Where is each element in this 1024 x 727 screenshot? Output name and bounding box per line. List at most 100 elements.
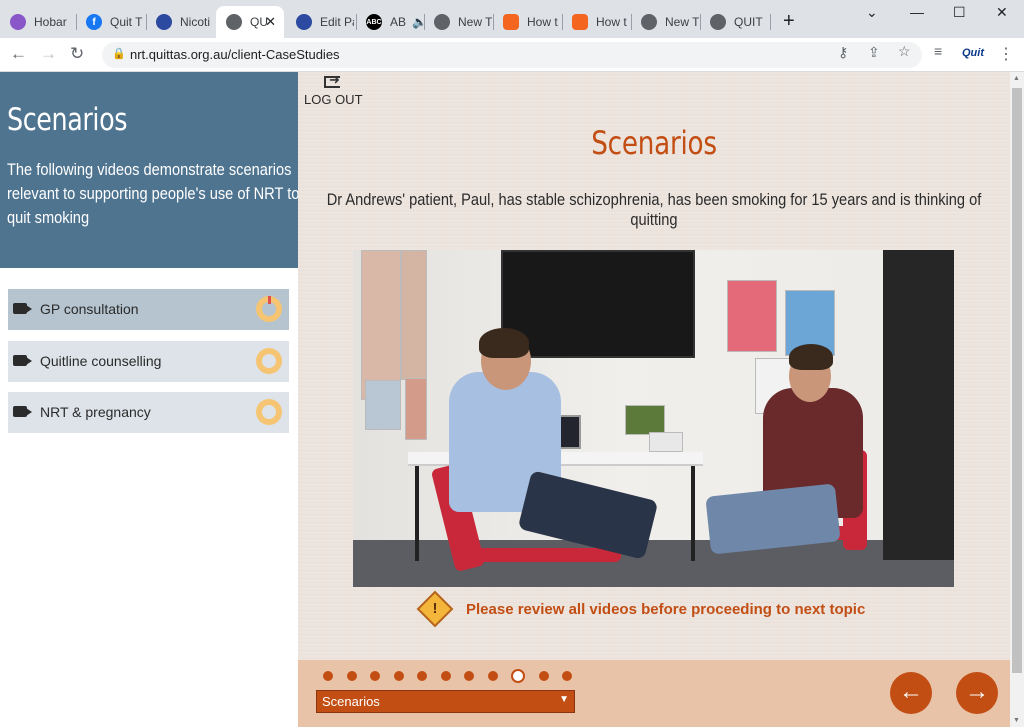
tab-label: Nicoti xyxy=(180,15,211,29)
reload-button[interactable]: ↻ xyxy=(70,44,84,64)
address-bar[interactable]: 🔒 nrt.quittas.org.au/client-CaseStudies xyxy=(102,42,922,68)
tab-label: New T xyxy=(458,15,492,29)
globe-icon xyxy=(434,14,450,30)
globe-icon xyxy=(641,14,657,30)
page-dot[interactable] xyxy=(370,671,380,681)
scrollbar-thumb[interactable] xyxy=(1012,88,1022,673)
chevron-down-icon: ▼ xyxy=(559,694,569,705)
lock-icon[interactable]: 🔒 xyxy=(112,47,126,60)
browser-tab[interactable]: How t xyxy=(493,6,561,38)
browser-toolbar: ← → ↻ 🔒 nrt.quittas.org.au/client-CaseSt… xyxy=(0,38,1024,72)
tab-label: Edit Pa xyxy=(320,15,354,29)
tab-search-icon[interactable]: ⌄ xyxy=(866,4,878,21)
sidebar-header: Scenarios The following videos demonstra… xyxy=(0,72,300,268)
footer-navigation: Scenarios ▼ ← → xyxy=(298,660,1010,727)
browser-tab[interactable]: Nicoti xyxy=(146,6,214,38)
video-item-gp-consultation[interactable]: GP consultation xyxy=(8,289,289,330)
video-item-label: NRT & pregnancy xyxy=(40,404,151,420)
page-dot[interactable] xyxy=(464,671,474,681)
url-text[interactable]: nrt.quittas.org.au/client-CaseStudies xyxy=(130,47,340,62)
chat-icon xyxy=(572,14,588,30)
quit-extension-icon[interactable]: Quit xyxy=(962,47,984,59)
progress-ring-icon xyxy=(256,348,282,374)
tab-label: Hobar xyxy=(34,15,67,29)
tab-label: How t xyxy=(527,15,558,29)
topic-select-value: Scenarios xyxy=(322,694,380,709)
sidebar: Scenarios The following videos demonstra… xyxy=(0,72,300,727)
page-dot[interactable] xyxy=(417,671,427,681)
page-dot[interactable] xyxy=(323,671,333,681)
tab-label: QUIT xyxy=(734,15,763,29)
sidebar-description: The following videos demonstrate scenari… xyxy=(7,160,300,227)
page-title: Scenarios xyxy=(591,124,717,162)
globe-icon xyxy=(710,14,726,30)
browser-tab[interactable]: QUIT xyxy=(700,6,768,38)
scroll-up-icon[interactable]: ▲ xyxy=(1013,75,1020,82)
browser-tab[interactable]: ABC AB 🔈 xyxy=(356,6,424,38)
scenario-description: Dr Andrews' patient, Paul, has stable sc… xyxy=(326,190,982,229)
video-item-label: Quitline counselling xyxy=(40,353,162,369)
tab-label: AB xyxy=(390,15,407,29)
back-button[interactable]: ← xyxy=(10,44,27,64)
new-tab-button[interactable]: + xyxy=(783,10,795,33)
tab-favicon-icon xyxy=(156,14,172,30)
tab-favicon-icon xyxy=(10,14,26,30)
page-dots xyxy=(323,669,586,683)
page-scrollbar[interactable]: ▲ ▼ xyxy=(1010,72,1024,727)
sidebar-title: Scenarios xyxy=(7,102,128,138)
tab-label: Quit T xyxy=(110,15,143,29)
logout-button[interactable]: LOG OUT xyxy=(304,72,364,107)
video-item-quitline-counselling[interactable]: Quitline counselling xyxy=(8,341,289,382)
browser-tab[interactable]: New T xyxy=(424,6,492,38)
page-dot-current[interactable] xyxy=(511,669,525,683)
main-content: LOG OUT Scenarios Dr Andrews' patient, P… xyxy=(298,72,1010,727)
topic-select[interactable]: Scenarios ▼ xyxy=(316,690,575,713)
logout-icon xyxy=(324,72,340,88)
facebook-icon: f xyxy=(86,14,102,30)
progress-ring-icon xyxy=(256,296,282,322)
share-icon[interactable]: ⇪ xyxy=(868,44,880,61)
video-item-nrt-pregnancy[interactable]: NRT & pregnancy xyxy=(8,392,289,433)
page-dot[interactable] xyxy=(487,671,498,681)
page-dot[interactable] xyxy=(562,671,572,681)
browser-tab[interactable]: Hobar xyxy=(0,6,72,38)
star-icon[interactable]: ☆ xyxy=(898,43,911,60)
next-button[interactable]: → xyxy=(956,672,998,714)
forward-button[interactable]: → xyxy=(40,44,57,64)
close-window-button[interactable]: ✕ xyxy=(996,4,1008,21)
warning-icon: ! xyxy=(416,590,454,628)
abc-icon: ABC xyxy=(366,14,382,30)
video-camera-icon xyxy=(13,406,27,417)
video-item-label: GP consultation xyxy=(40,301,139,317)
scroll-down-icon[interactable]: ▼ xyxy=(1013,717,1020,724)
video-camera-icon xyxy=(13,303,27,314)
chat-icon xyxy=(503,14,519,30)
previous-button[interactable]: ← xyxy=(890,672,932,714)
browser-tab[interactable]: How t xyxy=(562,6,630,38)
maximize-button[interactable]: ☐ xyxy=(953,4,966,21)
page-dot[interactable] xyxy=(346,671,357,681)
notice-text: Please review all videos before proceedi… xyxy=(466,600,866,618)
page-dot[interactable] xyxy=(538,671,549,681)
close-tab-icon[interactable]: ✕ xyxy=(265,14,276,30)
browser-tab[interactable]: f Quit T xyxy=(76,6,144,38)
browser-tab-active[interactable]: QU ✕ xyxy=(216,6,284,38)
tab-label: How t xyxy=(596,15,627,29)
minimize-button[interactable]: — xyxy=(910,4,924,20)
tab-favicon-icon xyxy=(296,14,312,30)
browser-tab[interactable]: Edit Pa xyxy=(286,6,354,38)
video-player[interactable] xyxy=(353,250,954,587)
page-dot[interactable] xyxy=(393,671,404,681)
tab-label: New T xyxy=(665,15,699,29)
video-camera-icon xyxy=(13,355,27,366)
reading-list-icon[interactable]: ≡ xyxy=(934,43,942,59)
key-icon[interactable]: ⚷ xyxy=(838,44,848,61)
globe-icon xyxy=(226,14,242,30)
page-dot[interactable] xyxy=(440,671,451,681)
browser-tab[interactable]: New T xyxy=(631,6,699,38)
review-notice: ! Please review all videos before procee… xyxy=(416,590,866,628)
menu-icon[interactable]: ⋮ xyxy=(998,44,1014,64)
progress-ring-icon xyxy=(256,399,282,425)
tab-strip: Hobar f Quit T Nicoti QU ✕ Edit Pa ABC A… xyxy=(0,0,1024,38)
logout-label: LOG OUT xyxy=(304,92,363,107)
